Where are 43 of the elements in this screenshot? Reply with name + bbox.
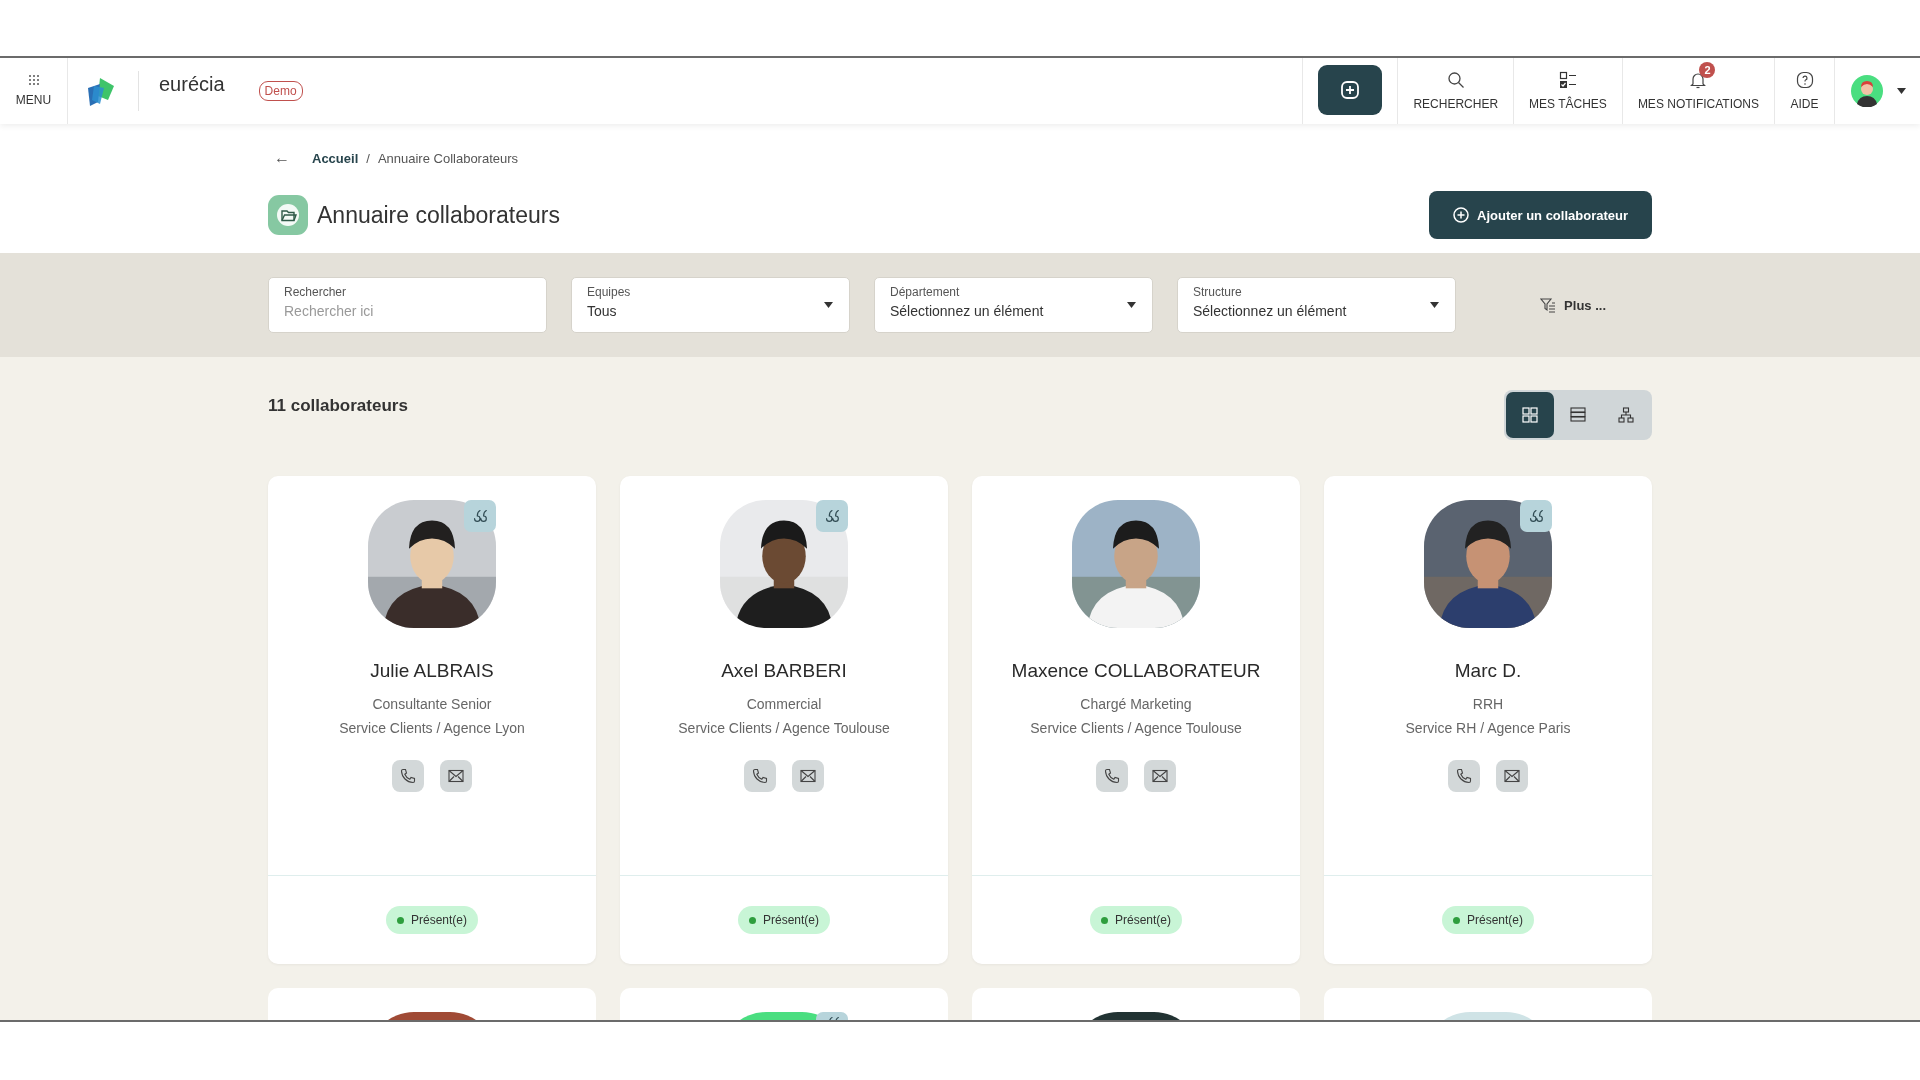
breadcrumb-separator: / — [366, 150, 370, 166]
breadcrumb-current: Annuaire Collaborateurs — [377, 150, 519, 166]
count-badge: 2 — [1699, 62, 1716, 78]
more-filters-button[interactable]: Plus ... — [1534, 296, 1612, 314]
brand-name: eurécia — [159, 72, 225, 96]
job-title: Consultante Senior — [372, 696, 492, 712]
field-label: Département — [890, 285, 961, 299]
presence-status: Présent(e) — [738, 906, 830, 934]
demo-badge: Demo — [258, 81, 303, 101]
department-text: Service Clients / Agence Toulouse — [1030, 720, 1242, 736]
person-name: Julie ALBRAIS — [370, 660, 494, 682]
breadcrumb-link[interactable]: Accueil — [312, 150, 359, 166]
job-title: Chargé Marketing — [1080, 696, 1192, 712]
dropdown-value: Tous — [587, 303, 617, 319]
back-link[interactable]: ← — [274, 149, 290, 167]
dropdown-field[interactable]: Structure Sélectionnez un élément — [1177, 277, 1456, 333]
add-collaborator-button[interactable]: Ajouter un collaborateur — [1429, 191, 1652, 239]
person-card[interactable]: Marc D. RRH Service RH / Agence Paris Présent(e) — [1324, 476, 1652, 964]
job-title: RRH — [1472, 696, 1504, 712]
dropdown-value: Sélectionnez un élément — [1193, 303, 1347, 319]
person-card[interactable]: Julie ALBRAIS Consultante Senior Service Clients / Agence Lyon Présent(e) — [268, 476, 596, 964]
page-title: Annuaire collaborateurs — [317, 201, 560, 229]
dropdown-field[interactable]: Equipes Tous — [571, 277, 850, 333]
result-count: 11 collaborateurs — [268, 396, 408, 416]
field-label: Structure — [1193, 285, 1243, 299]
person-card[interactable]: Axel BARBERI Commercial Service Clients / Agence Toulouse Présent(e) — [620, 476, 948, 964]
field-label: Rechercher — [284, 285, 348, 299]
dropdown-field[interactable]: Département Sélectionnez un élément — [874, 277, 1153, 333]
department-text: Service Clients / Agence Lyon — [339, 720, 525, 736]
search-field[interactable]: Rechercher Rechercher ici — [268, 277, 547, 333]
presence-status: Présent(e) — [386, 906, 478, 934]
field-label: Equipes — [587, 285, 632, 299]
person-name: Maxence COLLABORATEUR — [1011, 660, 1261, 682]
job-title: Commercial — [746, 696, 822, 712]
dropdown-value: Sélectionnez un élément — [890, 303, 1044, 319]
presence-status: Présent(e) — [1090, 906, 1182, 934]
person-name: Axel BARBERI — [721, 660, 847, 682]
presence-status: Présent(e) — [1442, 906, 1534, 934]
person-card[interactable]: Maxence COLLABORATEUR Chargé Marketing Service Clients / Agence Toulouse Présent(e) — [972, 476, 1300, 964]
department-text: Service RH / Agence Paris — [1405, 720, 1571, 736]
search-input[interactable]: Rechercher ici — [284, 303, 531, 319]
department-text: Service Clients / Agence Toulouse — [678, 720, 890, 736]
person-name: Marc D. — [1454, 660, 1522, 682]
